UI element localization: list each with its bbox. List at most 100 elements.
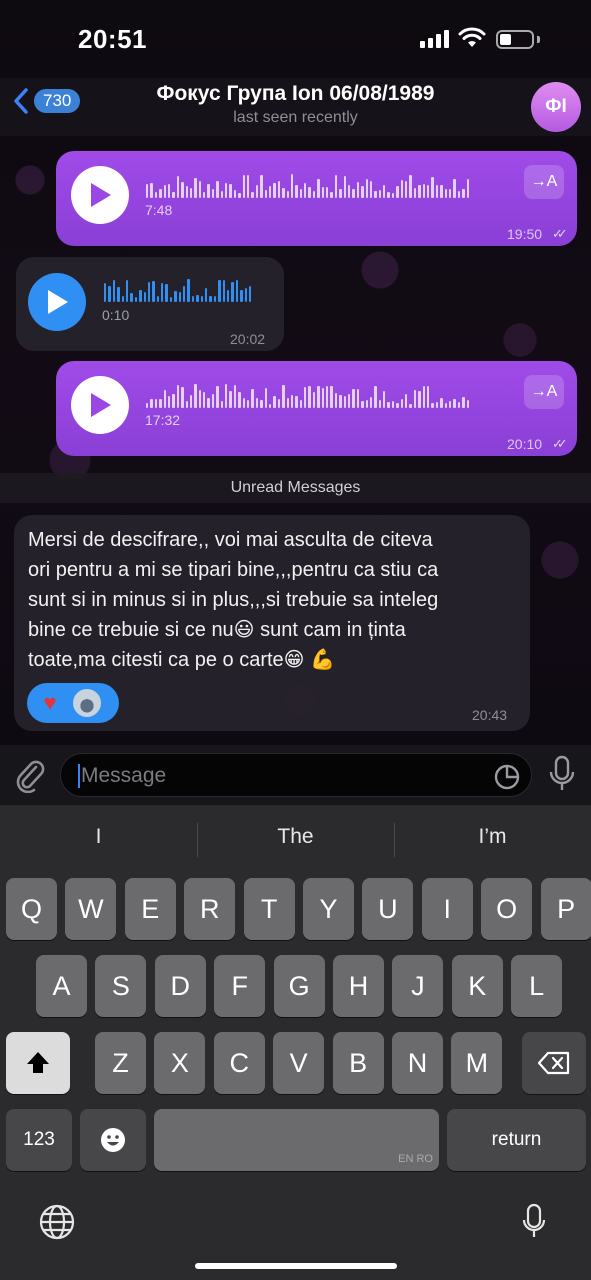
waveform-bar (273, 396, 276, 408)
voice-message-incoming[interactable]: 0:10 20:02 (16, 257, 284, 351)
waveform-bar (282, 188, 285, 198)
waveform[interactable] (146, 382, 469, 408)
battery-cap (537, 36, 540, 43)
key-t[interactable]: T (243, 878, 295, 940)
voice-message-outgoing[interactable]: 17:32 →A 20:10 ✓✓ (56, 361, 577, 456)
key-i[interactable]: I (421, 878, 473, 940)
waveform-bar (125, 280, 129, 302)
waveform-bar (229, 391, 232, 408)
waveform-bar (213, 296, 217, 302)
waveform-bar (238, 193, 241, 198)
numbers-key[interactable]: 123 (6, 1109, 72, 1171)
waveform-bar (229, 184, 232, 198)
message-time: 20:10 (507, 436, 543, 452)
key-a[interactable]: A (36, 955, 87, 1017)
waveform-bar (225, 384, 228, 408)
dictation-icon[interactable] (522, 1203, 546, 1241)
text-message-incoming[interactable]: Mersi de descifrare,, voi mai asculta de… (14, 515, 530, 731)
waveform-bar (156, 296, 160, 302)
waveform-bar (216, 386, 219, 408)
play-button[interactable] (71, 376, 129, 434)
waveform[interactable] (146, 172, 469, 198)
waveform-bar (391, 193, 395, 198)
waveform-bar (235, 280, 239, 302)
key-h[interactable]: H (333, 955, 384, 1017)
contact-avatar[interactable]: ФI (531, 82, 581, 132)
key-n[interactable]: N (392, 1032, 443, 1094)
emoji-key[interactable] (80, 1109, 146, 1171)
waveform-bar (343, 176, 346, 198)
return-key[interactable]: return (447, 1109, 586, 1171)
key-c[interactable]: C (213, 1032, 265, 1094)
play-icon (91, 393, 111, 417)
waveform-bar (196, 295, 199, 302)
waveform-bar (203, 192, 206, 198)
suggestion-bar: I The I’m (0, 805, 591, 875)
key-w[interactable]: W (65, 878, 117, 940)
waveform-bar (326, 386, 329, 408)
keyboard: I The I’m QWERTYUIOPASDFGHJKLZXCVBNM 123… (0, 805, 591, 1280)
key-q[interactable]: Q (6, 878, 57, 940)
backspace-key[interactable] (522, 1032, 586, 1094)
message-line: bine ce trebuie si ce nu😃 sunt cam in ți… (28, 619, 406, 641)
key-g[interactable]: G (273, 955, 325, 1017)
microphone-icon[interactable] (548, 755, 576, 793)
key-x[interactable]: X (154, 1032, 206, 1094)
suggestion-item[interactable]: I (0, 825, 197, 849)
waveform-bar (260, 175, 263, 198)
key-k[interactable]: K (451, 955, 503, 1017)
waveform-bar (286, 191, 289, 198)
language-hint: EN RO (398, 1153, 433, 1165)
waveform-bar (308, 386, 311, 408)
waveform-bar (185, 401, 188, 408)
waveform-bar (154, 192, 158, 198)
waveform-bar (150, 399, 153, 408)
chat-title[interactable]: Фокус Група Ion 06/08/1989 (0, 82, 591, 106)
play-button[interactable] (71, 166, 129, 224)
key-e[interactable]: E (124, 878, 176, 940)
globe-icon[interactable] (38, 1203, 76, 1241)
key-f[interactable]: F (214, 955, 266, 1017)
chat-header: 730 Фокус Група Ion 06/08/1989 last seen… (0, 78, 591, 136)
key-v[interactable]: V (273, 1032, 325, 1094)
play-button[interactable] (28, 273, 86, 331)
transcribe-button[interactable]: →A (524, 375, 564, 409)
key-b[interactable]: B (332, 1032, 384, 1094)
key-r[interactable]: R (184, 878, 236, 940)
key-s[interactable]: S (95, 955, 147, 1017)
waveform-bar (112, 280, 116, 302)
transcribe-button[interactable]: →A (524, 165, 564, 199)
shift-key[interactable] (6, 1032, 70, 1094)
key-y[interactable]: Y (303, 878, 354, 940)
key-j[interactable]: J (392, 955, 444, 1017)
voice-duration: 17:32 (145, 412, 181, 428)
key-m[interactable]: M (451, 1032, 503, 1094)
key-u[interactable]: U (362, 878, 414, 940)
waveform-bar (356, 182, 360, 198)
suggestion-item[interactable]: The (197, 825, 394, 849)
sticker-icon[interactable] (493, 763, 521, 791)
waveform-bar (396, 186, 399, 198)
waveform-bar (203, 392, 206, 408)
waveform[interactable] (104, 276, 252, 302)
wifi-icon (458, 27, 486, 47)
space-key[interactable]: EN RO (154, 1109, 439, 1171)
waveform-bar (159, 189, 162, 198)
waveform-bar (146, 184, 149, 198)
waveform-bar (242, 175, 245, 198)
key-p[interactable]: P (540, 878, 591, 940)
paperclip-icon[interactable] (14, 757, 46, 793)
suggestion-item[interactable]: I’m (394, 825, 591, 849)
key-z[interactable]: Z (95, 1032, 146, 1094)
waveform-bar (204, 288, 208, 302)
waveform-bar (251, 192, 254, 198)
key-l[interactable]: L (511, 955, 563, 1017)
reactions-pill[interactable]: ♥ (27, 683, 119, 723)
waveform-bar (462, 397, 465, 408)
waveform-bar (339, 189, 342, 198)
key-d[interactable]: D (154, 955, 206, 1017)
waveform-bar (361, 186, 364, 198)
voice-message-outgoing[interactable]: 7:48 →A 19:50 ✓✓ (56, 151, 577, 246)
key-o[interactable]: O (481, 878, 533, 940)
message-input[interactable]: Message (60, 753, 532, 797)
